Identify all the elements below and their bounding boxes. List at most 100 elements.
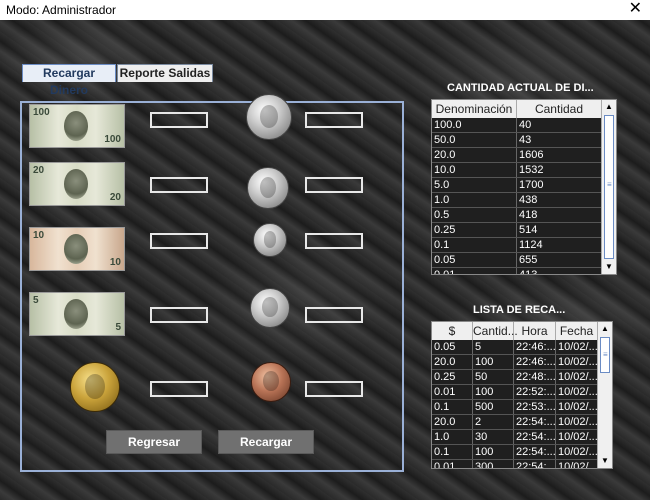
- bill-20-quantity-input[interactable]: [150, 177, 208, 193]
- inventory-table[interactable]: Denominación Cantidad 100.0 40 50.0 43 20.0 1…: [431, 99, 617, 275]
- table-cell: 22:54:...: [516, 445, 556, 459]
- table-row[interactable]: 1.0 438: [432, 193, 602, 208]
- table-cell: 0.25: [432, 370, 473, 384]
- table-cell: 100: [473, 355, 514, 369]
- table-cell: 1124: [517, 238, 602, 252]
- table-cell: 0.1: [432, 445, 473, 459]
- table-row[interactable]: 0.01 100 22:52:... 10/02/...: [432, 385, 598, 400]
- coin-quarter-quantity-input[interactable]: [305, 112, 363, 128]
- table-cell: 300: [473, 460, 514, 468]
- portrait-icon: [64, 111, 88, 141]
- table-cell: 22:54:...: [514, 460, 556, 468]
- table-row[interactable]: 0.5 418: [432, 208, 602, 223]
- table-row[interactable]: 20.0 100 22:46:... 10/02/...: [432, 355, 598, 370]
- table-cell: 1700: [517, 178, 602, 192]
- table-cell: 22:53:...: [516, 400, 556, 414]
- column-header[interactable]: Fecha: [556, 322, 598, 340]
- table-row[interactable]: 10.0 1532: [432, 163, 602, 178]
- scroll-down-icon[interactable]: ▼: [598, 454, 612, 468]
- table-cell: 0.1: [432, 400, 473, 414]
- table-cell: 2: [473, 415, 514, 429]
- table-cell: 10/02/...: [558, 430, 598, 444]
- table-row[interactable]: 100.0 40: [432, 118, 602, 133]
- table-cell: 10/02/...: [558, 370, 598, 384]
- scroll-thumb[interactable]: ≡: [600, 337, 610, 373]
- table-row[interactable]: 0.01 300 22:54:... 10/02/...: [432, 460, 598, 468]
- table-cell: 30: [473, 430, 514, 444]
- table-row[interactable]: 0.05 5 22:46:... 10/02/...: [432, 340, 598, 355]
- bill-10-image: 10 10: [29, 227, 125, 271]
- reloads-scrollbar[interactable]: ▲ ≡ ▼: [597, 322, 612, 468]
- scroll-up-icon[interactable]: ▲: [602, 100, 616, 114]
- table-cell: 418: [517, 208, 602, 222]
- dollar-coin-quantity-input[interactable]: [150, 381, 208, 397]
- reloads-table[interactable]: $ Cantid... Hora Fecha 0.05 5 22:46:... 10/…: [431, 321, 613, 469]
- table-row[interactable]: 0.1 100 22:54:... 10/02/...: [432, 445, 598, 460]
- table-cell: 438: [517, 193, 602, 207]
- regresar-button[interactable]: Regresar: [106, 430, 202, 454]
- table-cell: 0.01: [432, 385, 473, 399]
- table-cell: 10/02/...: [556, 460, 598, 468]
- scroll-thumb[interactable]: ≡: [604, 115, 614, 259]
- coin-quarter-icon: [246, 94, 292, 140]
- coin-nickel-icon: [250, 288, 290, 328]
- column-header[interactable]: Cantid...: [473, 322, 518, 340]
- column-header[interactable]: Denominación: [432, 100, 517, 118]
- inventory-scrollbar[interactable]: ▲ ≡ ▼: [601, 100, 616, 274]
- table-row[interactable]: 20.0 2 22:54:... 10/02/...: [432, 415, 598, 430]
- bill-10-quantity-input[interactable]: [150, 233, 208, 249]
- table-row[interactable]: 0.1 1124: [432, 238, 602, 253]
- bill-5-quantity-input[interactable]: [150, 307, 208, 323]
- bill-100-image: 100 100: [29, 104, 125, 148]
- table-row[interactable]: 0.05 655: [432, 253, 602, 268]
- coin-penny-quantity-input[interactable]: [305, 381, 363, 397]
- coin-dime-icon: [253, 223, 287, 257]
- coin-penny-icon: [251, 362, 291, 402]
- table-cell: 0.5: [432, 208, 517, 222]
- table-cell: 43: [517, 133, 602, 147]
- table-row[interactable]: 0.25 50 22:48:... 10/02/...: [432, 370, 598, 385]
- table-cell: 413: [517, 268, 602, 274]
- table-row[interactable]: 50.0 43: [432, 133, 602, 148]
- coin-dime-quantity-input[interactable]: [305, 233, 363, 249]
- table-cell: 0.1: [432, 238, 517, 252]
- table-cell: 1.0: [432, 193, 517, 207]
- table-cell: 22:54:...: [516, 415, 556, 429]
- portrait-icon: [64, 234, 88, 264]
- table-cell: 10.0: [432, 163, 517, 177]
- column-header[interactable]: Hora: [514, 322, 556, 340]
- tab-recargar-dinero[interactable]: Recargar Dinero: [22, 64, 116, 97]
- bill-100-quantity-input[interactable]: [150, 112, 208, 128]
- table-row[interactable]: 0.01 413: [432, 268, 602, 274]
- table-row[interactable]: 20.0 1606: [432, 148, 602, 163]
- column-header[interactable]: Cantidad: [517, 100, 602, 118]
- coin-half-dollar-quantity-input[interactable]: [305, 177, 363, 193]
- table-cell: 10/02/...: [558, 355, 598, 369]
- coin-half-dollar-icon: [247, 167, 289, 209]
- portrait-icon: [64, 169, 88, 199]
- table-cell: 0.01: [432, 460, 473, 468]
- table-row[interactable]: 1.0 30 22:54:... 10/02/...: [432, 430, 598, 445]
- recharge-panel: [20, 101, 404, 472]
- table-cell: 10/02/...: [558, 400, 598, 414]
- tab-reporte-salidas[interactable]: Reporte Salidas: [117, 64, 213, 82]
- table-cell: 0.05: [432, 340, 473, 354]
- table-cell: 22:54:...: [516, 430, 556, 444]
- column-header[interactable]: $: [432, 322, 473, 340]
- table-row[interactable]: 0.1 500 22:53:... 10/02/...: [432, 400, 598, 415]
- recargar-button[interactable]: Recargar: [218, 430, 314, 454]
- reloads-title: LISTA DE RECA...: [473, 304, 566, 316]
- table-cell: 20.0: [432, 355, 473, 369]
- bill-20-image: 20 20: [29, 162, 125, 206]
- table-cell: 20.0: [432, 415, 473, 429]
- table-cell: 1606: [517, 148, 602, 162]
- table-cell: 5.0: [432, 178, 517, 192]
- close-icon[interactable]: ✕: [629, 0, 642, 18]
- coin-nickel-quantity-input[interactable]: [305, 307, 363, 323]
- table-row[interactable]: 5.0 1700: [432, 178, 602, 193]
- table-cell: 100: [473, 445, 514, 459]
- table-row[interactable]: 0.25 514: [432, 223, 602, 238]
- scroll-up-icon[interactable]: ▲: [598, 322, 612, 336]
- table-cell: 1.0: [432, 430, 473, 444]
- scroll-down-icon[interactable]: ▼: [602, 260, 616, 274]
